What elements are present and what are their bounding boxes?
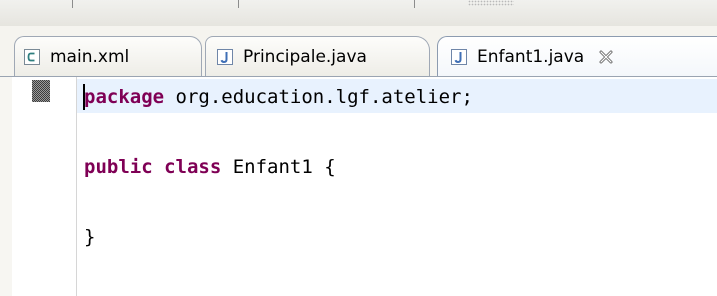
class-name: Enfant1 { [221, 156, 336, 178]
close-icon[interactable] [598, 49, 614, 65]
tab-label: Principale.java [243, 46, 367, 67]
toolbar-separator [72, 0, 73, 8]
toolbar-strip [0, 0, 717, 26]
toolbar-separator [238, 0, 239, 8]
tab-enfant1-java[interactable]: Enfant1.java [437, 36, 717, 76]
tab-label: Enfant1.java [477, 46, 585, 67]
text-caret [83, 84, 85, 110]
tab-principale-java[interactable]: Principale.java [205, 36, 430, 76]
toolbar-separator [414, 0, 415, 8]
code-line-closing-brace[interactable]: } [84, 224, 95, 250]
package-name: org.education.lgf.atelier; [164, 86, 473, 108]
keyword-package: package [84, 86, 165, 108]
vertical-ruler [12, 77, 76, 296]
editor-tab-bar: main.xml Principale.java Enfant1.java [0, 26, 717, 76]
keyword-public: public [84, 156, 153, 178]
ruler-marker [32, 80, 50, 102]
editor-left-edge [0, 77, 12, 296]
xml-file-icon [24, 48, 40, 65]
keyword-class: class [164, 156, 222, 178]
code-line-class-declaration[interactable]: public class Enfant1 { [84, 154, 336, 180]
code-line-package[interactable]: package org.education.lgf.atelier; [84, 84, 473, 110]
code-editor[interactable]: package org.education.lgf.atelier; publi… [0, 76, 717, 296]
closing-brace: } [84, 226, 96, 248]
tab-main-xml[interactable]: main.xml [14, 36, 202, 76]
toolbar-grip [468, 0, 514, 6]
java-file-icon [451, 48, 467, 65]
tab-label: main.xml [50, 46, 130, 67]
java-file-icon [217, 48, 233, 65]
